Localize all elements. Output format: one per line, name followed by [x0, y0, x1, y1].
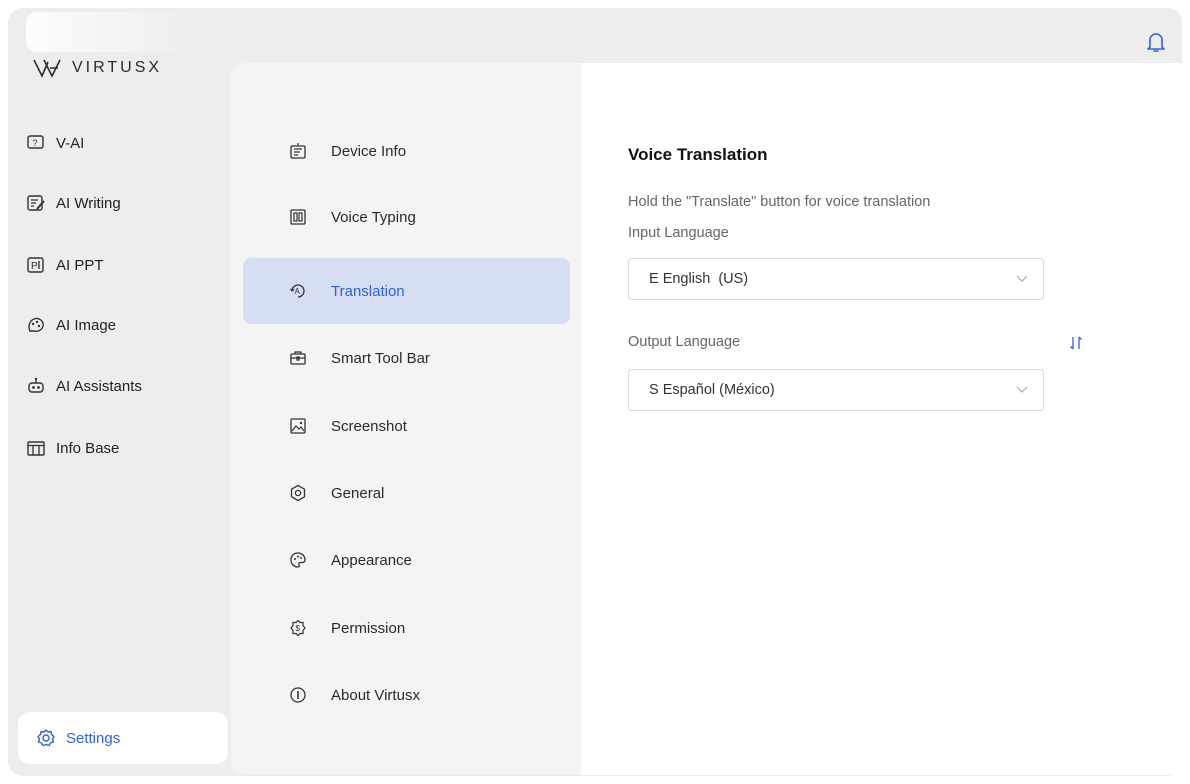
settings-item-permission[interactable]: $ Permission: [243, 595, 570, 661]
output-language-select[interactable]: S Español (México): [628, 369, 1044, 411]
robot-icon: [28, 377, 44, 393]
settings-item-label: Voice Typing: [331, 208, 416, 226]
section-description: Hold the "Translate" button for voice tr…: [628, 194, 931, 210]
device-icon: [290, 143, 306, 159]
nav-item-label: AI Assistants: [56, 377, 142, 395]
svg-text:$: $: [296, 624, 301, 633]
settings-item-about[interactable]: About Virtusx: [243, 662, 570, 728]
app-window: VIRTUSX ? V-AI AI Writing P AI PPT AI Im…: [8, 8, 1182, 776]
output-language-label: Output Language: [628, 334, 741, 350]
input-language-label: Input Language: [628, 225, 729, 241]
swap-languages-icon[interactable]: [1069, 335, 1083, 351]
settings-label: Settings: [66, 729, 121, 747]
nav-item-label: AI PPT: [56, 256, 104, 274]
nav-item-ai-ppt[interactable]: P AI PPT: [26, 245, 104, 285]
nav-item-info-base[interactable]: Info Base: [26, 428, 119, 468]
settings-item-label: Permission: [331, 619, 406, 637]
gear-icon: [37, 729, 55, 747]
gear-icon: [290, 484, 306, 502]
image-icon: [28, 317, 44, 332]
input-language-select[interactable]: E English (US): [628, 258, 1044, 300]
voice-typing-icon: [290, 209, 306, 225]
settings-item-appearance[interactable]: Appearance: [243, 527, 570, 593]
nav-item-v-ai[interactable]: ? V-AI: [26, 123, 84, 163]
settings-item-general[interactable]: General: [243, 460, 570, 526]
settings-item-screenshot[interactable]: Screenshot: [243, 393, 570, 459]
nav-item-label: AI Image: [56, 316, 117, 334]
settings-panel: Device Info Voice Typing A Translation S…: [231, 63, 1182, 775]
nav-item-label: AI Writing: [56, 194, 121, 212]
bell-icon[interactable]: [1145, 30, 1167, 54]
database-icon: [27, 441, 45, 456]
settings-item-label: Translation: [331, 282, 405, 300]
settings-item-label: Appearance: [331, 551, 412, 569]
chevron-down-icon: [1016, 386, 1028, 393]
nav-item-ai-writing[interactable]: AI Writing: [26, 183, 121, 223]
screenshot-icon: [290, 418, 306, 434]
settings-item-label: General: [331, 484, 385, 502]
settings-item-translation[interactable]: A Translation: [243, 258, 570, 324]
virtusx-logo-icon: [33, 59, 61, 78]
translate-icon: A: [290, 284, 305, 298]
settings-item-voice-typing[interactable]: Voice Typing: [243, 184, 570, 250]
section-title: Voice Translation: [628, 145, 768, 164]
brand-name: VIRTUSX: [72, 59, 163, 76]
ppt-icon: P: [27, 257, 44, 273]
shield-icon: $: [290, 619, 306, 637]
chat-icon: ?: [27, 135, 44, 149]
svg-text:?: ?: [33, 138, 38, 148]
writing-icon: [27, 195, 45, 211]
nav-item-ai-image[interactable]: AI Image: [26, 305, 116, 345]
settings-nav: Device Info Voice Typing A Translation S…: [231, 63, 581, 775]
settings-item-label: About Virtusx: [331, 686, 420, 704]
settings-item-smart-tool-bar[interactable]: Smart Tool Bar: [243, 325, 570, 391]
window-controls: [26, 12, 196, 52]
settings-item-label: Smart Tool Bar: [331, 349, 430, 367]
svg-text:P: P: [31, 261, 38, 272]
brand-logo: VIRTUSX: [32, 56, 162, 80]
svg-text:A: A: [295, 287, 301, 296]
palette-icon: [290, 552, 306, 568]
settings-item-device-info[interactable]: Device Info: [243, 118, 570, 184]
settings-item-label: Device Info: [331, 142, 407, 160]
settings-button[interactable]: Settings: [18, 712, 228, 764]
nav-item-label: Info Base: [56, 439, 120, 457]
settings-item-label: Screenshot: [331, 417, 407, 435]
input-language-value: E English (US): [649, 271, 749, 287]
nav-item-label: V-AI: [56, 134, 85, 152]
toolbox-icon: [290, 351, 306, 365]
translation-settings: Voice Translation Hold the "Translate" b…: [581, 63, 1182, 775]
output-language-value: S Español (México): [649, 382, 775, 398]
nav-item-ai-assistants[interactable]: AI Assistants: [26, 366, 142, 406]
info-icon: [290, 687, 306, 703]
chevron-down-icon: [1016, 275, 1028, 282]
